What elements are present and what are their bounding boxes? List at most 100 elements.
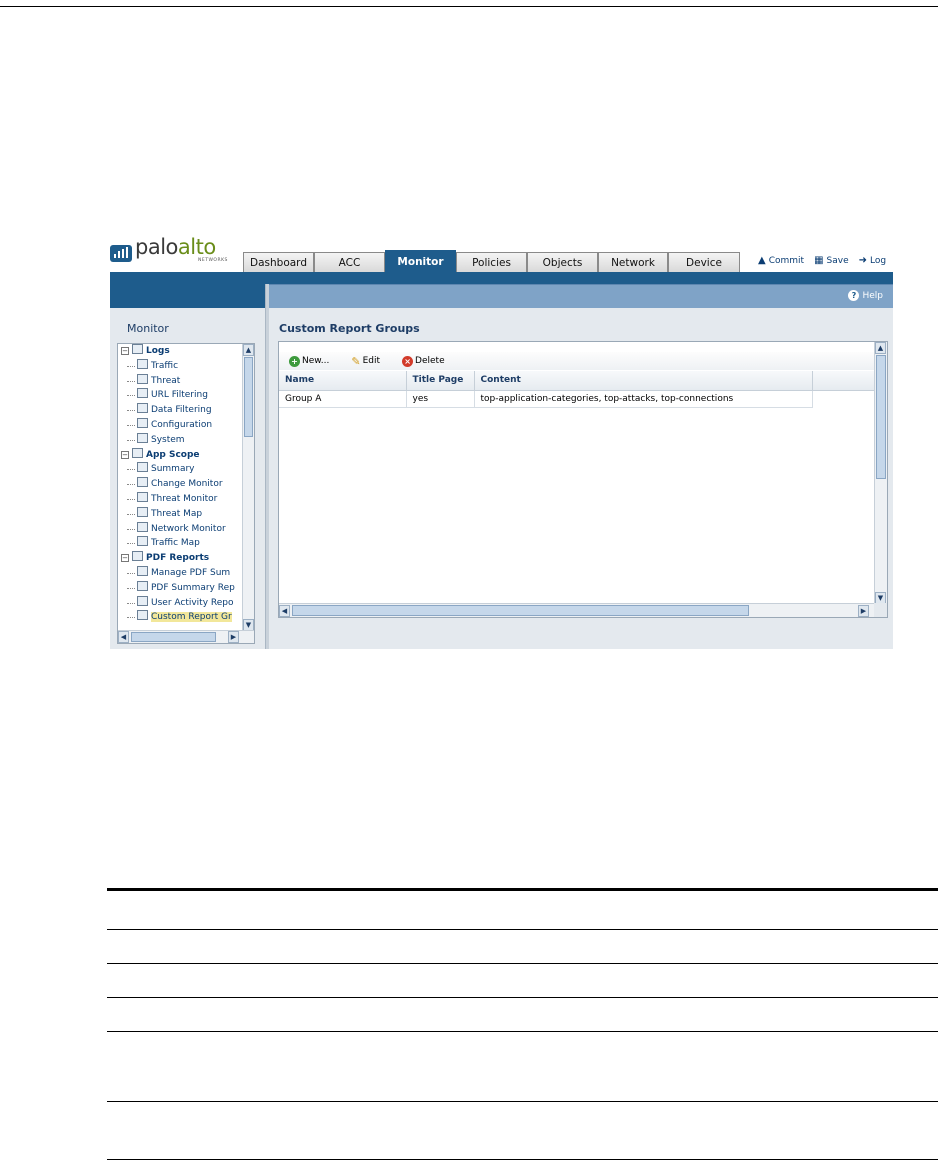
tree-item-traffic-map[interactable]: Traffic Map bbox=[118, 536, 254, 551]
navigation-tree: − Logs Traffic Threat URL Filtering Data … bbox=[117, 343, 255, 644]
column-header-content[interactable]: Content bbox=[474, 371, 813, 391]
tree-item-summary[interactable]: Summary bbox=[118, 462, 254, 477]
tree-group-logs[interactable]: − Logs bbox=[118, 344, 254, 359]
tree-item-system[interactable]: System bbox=[118, 432, 254, 448]
tree-hscroll-thumb[interactable] bbox=[131, 632, 216, 642]
tree-item-threat-map[interactable]: Threat Map bbox=[118, 506, 254, 522]
pencil-icon: ✎ bbox=[351, 354, 361, 368]
tree-item-manage-pdf-summary[interactable]: Manage PDF Sum bbox=[118, 565, 254, 581]
scroll-right-icon[interactable]: ▶ bbox=[858, 605, 869, 617]
tab-acc[interactable]: ACC bbox=[314, 252, 385, 272]
paloalto-logo-mark-icon bbox=[110, 245, 132, 262]
commit-icon: ▲ bbox=[758, 255, 766, 266]
tree-vscroll-thumb[interactable] bbox=[244, 357, 253, 437]
scroll-left-icon[interactable]: ◀ bbox=[118, 631, 129, 643]
column-header-title-page[interactable]: Title Page bbox=[406, 371, 475, 391]
tab-policies[interactable]: Policies bbox=[456, 252, 527, 272]
cell-filler bbox=[812, 390, 875, 407]
pan-os-screenshot: paloalto NETWORKS Dashboard ACC Monitor … bbox=[110, 236, 893, 649]
scrollbar-corner bbox=[874, 603, 887, 617]
network-monitor-icon bbox=[137, 521, 148, 532]
tree-item-threat-monitor[interactable]: Threat Monitor bbox=[118, 491, 254, 507]
tree-group-pdf-reports[interactable]: − PDF Reports bbox=[118, 551, 254, 566]
grid-vertical-scrollbar[interactable]: ▲ ▼ bbox=[874, 342, 887, 604]
commit-button[interactable]: ▲ Commit bbox=[758, 255, 804, 266]
threat-log-icon bbox=[137, 373, 148, 384]
scroll-left-icon[interactable]: ◀ bbox=[279, 605, 290, 617]
bar-chart-icon bbox=[137, 610, 148, 621]
table-row-rule bbox=[107, 963, 938, 964]
grid-hscroll-thumb[interactable] bbox=[292, 605, 749, 616]
tree-item-configuration[interactable]: Configuration bbox=[118, 417, 254, 433]
table-top-rule bbox=[107, 888, 938, 891]
cell-content: top-application-categories, top-attacks,… bbox=[474, 390, 813, 408]
traffic-log-icon bbox=[137, 358, 148, 369]
add-icon: + bbox=[289, 355, 300, 367]
page-top-rule bbox=[0, 6, 938, 7]
table-row-rule bbox=[107, 997, 938, 998]
tree-group-app-scope[interactable]: − App Scope bbox=[118, 447, 254, 463]
globe-icon bbox=[137, 506, 148, 517]
tree-item-change-monitor[interactable]: Change Monitor bbox=[118, 477, 254, 492]
logo-subtitle: NETWORKS bbox=[198, 258, 228, 263]
grid-vscroll-thumb[interactable] bbox=[876, 355, 886, 479]
delete-icon: × bbox=[402, 355, 414, 367]
app-scope-icon bbox=[132, 447, 143, 458]
logout-icon: ➜ bbox=[858, 255, 867, 266]
paloalto-logo: paloalto NETWORKS bbox=[110, 236, 240, 266]
tree-horizontal-scrollbar[interactable]: ◀ ▶ bbox=[118, 630, 254, 643]
help-button[interactable]: ? Help bbox=[848, 290, 883, 301]
url-filtering-icon bbox=[137, 388, 148, 399]
tab-device[interactable]: Device bbox=[668, 252, 740, 272]
save-icon: ▦ bbox=[814, 255, 824, 266]
sidebar-splitter[interactable] bbox=[265, 284, 269, 649]
manage-pdf-icon bbox=[137, 565, 148, 576]
main-tabs: Dashboard ACC Monitor Policies Objects N… bbox=[243, 250, 740, 272]
collapse-icon[interactable]: − bbox=[121, 347, 129, 355]
tree-list: − Logs Traffic Threat URL Filtering Data … bbox=[118, 344, 254, 625]
tree-item-url-filtering[interactable]: URL Filtering bbox=[118, 388, 254, 403]
grid-toolbar: + New... ✎ Edit × Delete bbox=[279, 352, 875, 370]
content-header-bar: ? Help bbox=[269, 284, 893, 308]
logout-button[interactable]: ➜ Log bbox=[859, 255, 886, 266]
tree-vertical-scrollbar[interactable]: ▲ ▼ bbox=[242, 344, 254, 631]
scroll-right-icon[interactable]: ▶ bbox=[228, 631, 239, 643]
cell-name[interactable]: Group A bbox=[279, 390, 407, 408]
collapse-icon[interactable]: − bbox=[121, 450, 129, 459]
tab-network[interactable]: Network bbox=[598, 252, 668, 272]
tree-item-network-monitor[interactable]: Network Monitor bbox=[118, 521, 254, 537]
tree-item-data-filtering[interactable]: Data Filtering bbox=[118, 403, 254, 418]
table-row-rule bbox=[107, 929, 938, 930]
grid-horizontal-scrollbar[interactable]: ◀ ▶ bbox=[279, 603, 875, 617]
change-monitor-icon bbox=[137, 477, 148, 488]
tree-item-custom-report-groups[interactable]: Custom Report Gr bbox=[118, 610, 254, 625]
edit-button[interactable]: ✎ Edit bbox=[351, 356, 380, 367]
tree-item-user-activity-report[interactable]: User Activity Repo bbox=[118, 595, 254, 611]
logs-icon bbox=[132, 344, 143, 354]
table-row[interactable]: Group A yes top-application-categories, … bbox=[279, 390, 875, 408]
save-button[interactable]: ▦ Save bbox=[814, 255, 849, 266]
cell-title-page: yes bbox=[406, 390, 475, 408]
tab-objects[interactable]: Objects bbox=[527, 252, 598, 272]
summary-icon bbox=[137, 462, 148, 473]
tab-dashboard[interactable]: Dashboard bbox=[243, 252, 314, 272]
table-row-rule bbox=[107, 1031, 938, 1032]
tree-item-traffic[interactable]: Traffic bbox=[118, 358, 254, 374]
table-bottom-rule bbox=[107, 1159, 938, 1160]
column-header-name[interactable]: Name bbox=[279, 371, 407, 391]
table-header-row: Name Title Page Content bbox=[279, 371, 875, 391]
tree-item-pdf-summary-reports[interactable]: PDF Summary Rep bbox=[118, 580, 254, 596]
column-header-filler bbox=[812, 371, 875, 391]
logo-wordmark: paloalto bbox=[135, 236, 216, 259]
globe-icon bbox=[137, 536, 148, 547]
header-actions: ▲ Commit ▦ Save ➜ Log bbox=[758, 255, 893, 266]
tree-item-threat[interactable]: Threat bbox=[118, 373, 254, 389]
configuration-icon bbox=[137, 417, 148, 428]
delete-button[interactable]: × Delete bbox=[402, 355, 445, 367]
scroll-up-icon[interactable]: ▲ bbox=[875, 342, 886, 354]
new-button[interactable]: + New... bbox=[289, 355, 329, 367]
tab-monitor[interactable]: Monitor bbox=[385, 250, 456, 272]
pdf-reports-icon bbox=[132, 551, 143, 562]
collapse-icon[interactable]: − bbox=[121, 554, 129, 563]
scroll-up-icon[interactable]: ▲ bbox=[243, 344, 254, 356]
